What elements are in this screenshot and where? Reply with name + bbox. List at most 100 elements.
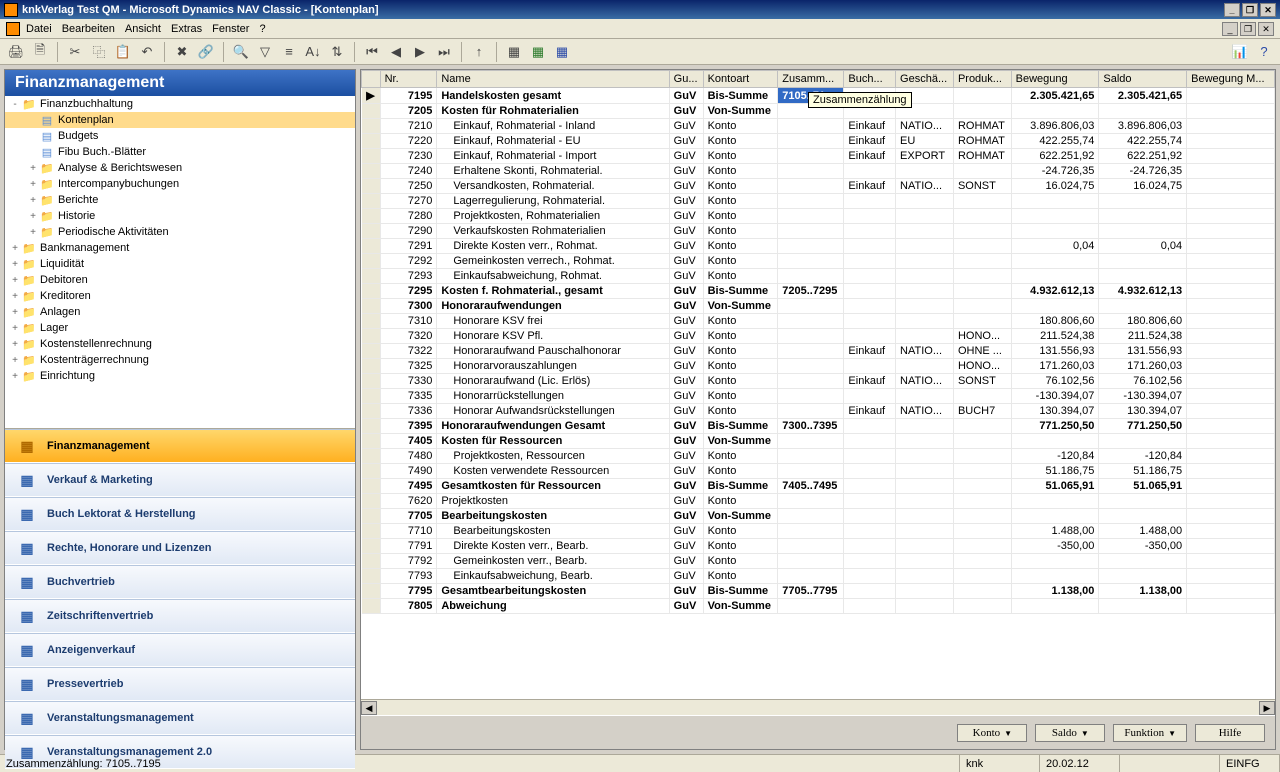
row-selector[interactable] bbox=[362, 584, 381, 599]
cell[interactable]: NATIO... bbox=[896, 344, 954, 359]
cell[interactable] bbox=[1187, 374, 1275, 389]
cell[interactable] bbox=[844, 464, 896, 479]
cell[interactable] bbox=[953, 284, 1011, 299]
cell[interactable]: Bis-Summe bbox=[703, 584, 778, 599]
cell[interactable] bbox=[1187, 434, 1275, 449]
cell[interactable]: 7210 bbox=[380, 119, 437, 134]
cell[interactable]: Direkte Kosten verr., Bearb. bbox=[437, 539, 669, 554]
cell[interactable]: Von-Summe bbox=[703, 599, 778, 614]
cell[interactable]: Von-Summe bbox=[703, 434, 778, 449]
cell[interactable]: GuV bbox=[669, 464, 703, 479]
find-icon[interactable]: 🔍 bbox=[231, 42, 251, 62]
row-selector[interactable] bbox=[362, 119, 381, 134]
cut-icon[interactable]: ✂ bbox=[65, 42, 85, 62]
cell[interactable]: 4.932.612,13 bbox=[1011, 284, 1099, 299]
cell[interactable]: SONST bbox=[953, 179, 1011, 194]
cell[interactable] bbox=[1187, 179, 1275, 194]
tree-item[interactable]: ▤Budgets bbox=[5, 128, 355, 144]
cell[interactable] bbox=[1187, 239, 1275, 254]
cell[interactable] bbox=[896, 584, 954, 599]
cell[interactable] bbox=[778, 209, 844, 224]
cell[interactable] bbox=[1011, 224, 1099, 239]
cell[interactable] bbox=[778, 404, 844, 419]
table-row[interactable]: 7710BearbeitungskostenGuVKonto1.488,001.… bbox=[362, 524, 1275, 539]
cell[interactable] bbox=[778, 329, 844, 344]
cell[interactable]: 7490 bbox=[380, 464, 437, 479]
cell[interactable] bbox=[1187, 569, 1275, 584]
column-header[interactable]: Buch... bbox=[844, 71, 896, 88]
cell[interactable] bbox=[896, 494, 954, 509]
cell[interactable] bbox=[844, 434, 896, 449]
cell[interactable] bbox=[1011, 194, 1099, 209]
cell[interactable] bbox=[1187, 419, 1275, 434]
cell[interactable]: Einkauf, Rohmaterial - EU bbox=[437, 134, 669, 149]
cell[interactable] bbox=[1011, 509, 1099, 524]
cell[interactable] bbox=[778, 509, 844, 524]
delete-icon[interactable]: ✖ bbox=[172, 42, 192, 62]
cell[interactable]: Einkauf bbox=[844, 149, 896, 164]
nav-module[interactable]: ▦Finanzmanagement bbox=[5, 429, 355, 463]
cell[interactable]: 7336 bbox=[380, 404, 437, 419]
cell[interactable] bbox=[778, 449, 844, 464]
table-row[interactable]: 7791Direkte Kosten verr., Bearb.GuVKonto… bbox=[362, 539, 1275, 554]
cell[interactable] bbox=[778, 194, 844, 209]
cell[interactable] bbox=[896, 254, 954, 269]
hilfe-button[interactable]: Hilfe bbox=[1195, 724, 1265, 742]
cell[interactable]: Bis-Summe bbox=[703, 479, 778, 494]
cell[interactable]: Einkauf bbox=[844, 404, 896, 419]
cell[interactable]: GuV bbox=[669, 299, 703, 314]
cell[interactable]: GuV bbox=[669, 569, 703, 584]
cell[interactable] bbox=[1187, 104, 1275, 119]
row-selector[interactable] bbox=[362, 299, 381, 314]
cell[interactable] bbox=[1187, 479, 1275, 494]
tree-item[interactable]: -📁Finanzbuchhaltung bbox=[5, 96, 355, 112]
table-row[interactable]: 7793Einkaufsabweichung, Bearb.GuVKonto bbox=[362, 569, 1275, 584]
tree-item[interactable]: +📁Kreditoren bbox=[5, 288, 355, 304]
expand-icon[interactable]: + bbox=[9, 339, 21, 350]
cell[interactable]: GuV bbox=[669, 554, 703, 569]
row-selector[interactable] bbox=[362, 254, 381, 269]
table-row[interactable]: 7705BearbeitungskostenGuVVon-Summe bbox=[362, 509, 1275, 524]
cell[interactable]: SONST bbox=[953, 374, 1011, 389]
cell[interactable] bbox=[1187, 134, 1275, 149]
cell[interactable]: 1.488,00 bbox=[1099, 524, 1187, 539]
cell[interactable] bbox=[896, 569, 954, 584]
table-row[interactable]: 7290Verkaufskosten RohmaterialienGuVKont… bbox=[362, 224, 1275, 239]
cell[interactable] bbox=[778, 599, 844, 614]
expand-icon[interactable]: + bbox=[9, 307, 21, 318]
expand-icon[interactable]: + bbox=[9, 259, 21, 270]
row-selector[interactable] bbox=[362, 404, 381, 419]
cell[interactable] bbox=[896, 524, 954, 539]
cell[interactable]: GuV bbox=[669, 374, 703, 389]
cell[interactable]: Konto bbox=[703, 314, 778, 329]
cell[interactable]: NATIO... bbox=[896, 179, 954, 194]
mdi-restore-button[interactable]: ❐ bbox=[1240, 22, 1256, 36]
cell[interactable]: Bis-Summe bbox=[703, 419, 778, 434]
cell[interactable]: Honorare KSV Pfl. bbox=[437, 329, 669, 344]
list-icon[interactable]: ≡ bbox=[279, 42, 299, 62]
cell[interactable] bbox=[896, 269, 954, 284]
cell[interactable] bbox=[1187, 194, 1275, 209]
tree-item[interactable]: +📁Debitoren bbox=[5, 272, 355, 288]
sort-icon[interactable]: ⇅ bbox=[327, 42, 347, 62]
cell[interactable] bbox=[896, 359, 954, 374]
table-row[interactable]: 7220Einkauf, Rohmaterial - EUGuVKontoEin… bbox=[362, 134, 1275, 149]
cell[interactable] bbox=[953, 569, 1011, 584]
cell[interactable]: 7705..7795 bbox=[778, 584, 844, 599]
table-row[interactable]: 7336Honorar AufwandsrückstellungenGuVKon… bbox=[362, 404, 1275, 419]
table-row[interactable]: 7325HonorarvorauszahlungenGuVKontoHONO..… bbox=[362, 359, 1275, 374]
cell[interactable]: Honorare KSV frei bbox=[437, 314, 669, 329]
cell[interactable] bbox=[844, 554, 896, 569]
cell[interactable]: 7195 bbox=[380, 88, 437, 104]
cell[interactable]: Konto bbox=[703, 119, 778, 134]
cell[interactable]: 7330 bbox=[380, 374, 437, 389]
cell[interactable] bbox=[953, 239, 1011, 254]
column-header[interactable]: Nr. bbox=[380, 71, 437, 88]
close-button[interactable]: ✕ bbox=[1260, 3, 1276, 17]
cell[interactable] bbox=[1099, 599, 1187, 614]
cell[interactable] bbox=[953, 269, 1011, 284]
cell[interactable]: GuV bbox=[669, 239, 703, 254]
cell[interactable]: 7322 bbox=[380, 344, 437, 359]
cell[interactable]: -120,84 bbox=[1099, 449, 1187, 464]
cell[interactable] bbox=[953, 599, 1011, 614]
